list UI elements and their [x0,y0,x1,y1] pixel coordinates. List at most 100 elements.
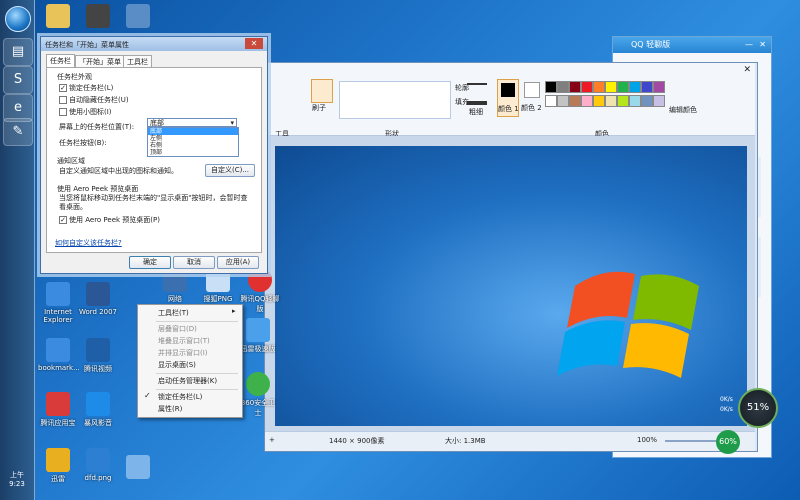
desktop-icon-video[interactable]: 腾讯视频 [78,338,118,374]
ok-button[interactable]: 确定 [129,256,171,269]
drawing-canvas[interactable] [275,146,747,426]
palette-swatch[interactable] [653,95,665,107]
dialog-title: 任务栏和「开始」菜单属性 [45,41,129,49]
position-select[interactable]: 底部 ▾ [147,118,237,127]
color1-button[interactable]: 颜色 1 [497,79,519,117]
desktop-icon-baofeng[interactable]: 暴风影音 [78,392,118,428]
small-icons-checkbox[interactable] [59,108,67,116]
desktop-icon-qq[interactable]: 腾讯QQ轻聊版 [240,268,280,314]
minimize-icon[interactable]: — [745,37,753,53]
desktop-icon-word[interactable]: Word 2007 [78,282,118,316]
desktop-icon-bookmark[interactable]: bookmark... [38,338,80,372]
menu-separator [156,373,238,374]
download-speed: 0K/s [720,406,733,413]
kugou-icon [86,448,110,472]
desktop-icon-media-top[interactable] [78,4,118,30]
memory-gauge[interactable]: 60% [716,430,740,454]
bird-icon [246,318,270,342]
clock[interactable]: 上午 9:23 [2,470,32,488]
position-option[interactable]: 左侧 [148,135,238,142]
palette-swatch[interactable] [581,81,593,93]
palette-swatch[interactable] [581,95,593,107]
menu-item-task-manager[interactable]: 启动任务管理器(K) [138,375,242,387]
help-link[interactable]: 如何自定义该任务栏? [55,238,122,248]
cancel-button[interactable]: 取消 [173,256,215,269]
palette-swatch[interactable] [569,95,581,107]
lock-taskbar-checkbox[interactable]: ✓ [59,84,67,92]
apply-button[interactable]: 应用(A) [217,256,259,269]
desktop-icon-dfdpng[interactable] [118,455,158,481]
palette-swatch[interactable] [641,95,653,107]
color2-button[interactable]: 颜色 2 [521,79,542,115]
start-button[interactable] [5,6,31,32]
position-option[interactable]: 顶部 [148,149,238,156]
palette-swatch[interactable] [605,95,617,107]
position-option[interactable]: 右侧 [148,142,238,149]
desktop-icon-network-top[interactable] [118,4,158,30]
brush-label: 刷子 [312,104,326,112]
palette-swatch[interactable] [629,81,641,93]
palette-swatch[interactable] [617,95,629,107]
palette-swatch[interactable] [557,95,569,107]
customize-button[interactable]: 自定义(C)... [205,164,255,177]
dialog-titlebar: 任务栏和「开始」菜单属性 ✕ [41,37,267,51]
tab-taskbar[interactable]: 任务栏 [46,54,75,68]
lock-taskbar-label: 锁定任务栏(L) [69,84,114,92]
close-icon[interactable]: ✕ [245,38,263,49]
palette-swatch[interactable] [593,81,605,93]
menu-item-lock-taskbar[interactable]: 锁定任务栏(L) [138,391,242,403]
palette-swatch[interactable] [593,95,605,107]
palette-swatch[interactable] [557,81,569,93]
menu-item-properties[interactable]: 属性(R) [138,403,242,415]
menu-item-side-by-side[interactable]: 并排显示窗口(I) [138,347,242,359]
desktop-icon-ie[interactable]: Internet Explorer [38,282,78,324]
desktop-icon-xunlei-fast[interactable]: 迅雷极速版 [238,318,278,354]
paint-ribbon: ✕ 刷子 工具 轮廓 填充 形状 粗细 颜色 1 颜色 2 编辑颜色 颜色 [265,63,755,138]
notify-text: 自定义通知区域中出现的图标和通知。 [59,167,178,175]
brush-tool[interactable] [311,79,333,103]
menu-item-toolbars[interactable]: 工具栏(T) [138,307,242,319]
browser-taskbar-button[interactable]: S [3,66,33,94]
palette-swatch[interactable] [617,81,629,93]
peek-label: 使用 Aero Peek 预览桌面(P) [69,216,160,224]
palette-swatch[interactable] [605,81,617,93]
tab-panel: 任务栏外观 ✓ 锁定任务栏(L) 自动隐藏任务栏(U) 使用小图标(I) 屏幕上… [46,67,262,253]
film-icon [86,4,110,28]
palette-swatch[interactable] [653,81,665,93]
size-icon[interactable] [467,83,487,105]
desktop-icon-dfd[interactable]: dfd.png [78,448,118,482]
video-icon [86,338,110,362]
status-bar: + 1440 × 900像素 大小: 1.3MB 100% [265,431,755,451]
shapes-gallery[interactable] [339,81,451,119]
cpu-gauge[interactable]: 51% [738,388,778,428]
taskbar-properties-dialog: 任务栏和「开始」菜单属性 ✕ 任务栏 「开始」菜单 工具栏 任务栏外观 ✓ 锁定… [40,36,268,274]
menu-item-cascade[interactable]: 层叠窗口(D) [138,323,242,335]
explorer-taskbar-button[interactable]: ▤ [3,38,33,66]
palette-swatch[interactable] [641,81,653,93]
edit-colors-button[interactable]: 编辑颜色 [669,105,697,115]
palette-swatch[interactable] [629,95,641,107]
word-icon [86,282,110,306]
sogou-icon: S [13,72,23,87]
close-icon[interactable]: ✕ [743,65,751,75]
desktop-icon-xunlei[interactable]: 迅雷 [38,448,78,484]
desktop-icon-360[interactable]: 360安全卫士 [238,372,278,418]
menu-separator [156,321,238,322]
auto-hide-checkbox[interactable] [59,96,67,104]
palette-swatch[interactable] [545,95,557,107]
notify-group-label: 通知区域 [57,157,85,165]
desktop-icon-folder-top[interactable] [38,4,78,30]
position-option[interactable]: 底部 [148,128,238,135]
paint-icon: ✎ [12,124,24,139]
add-icon[interactable]: + [269,436,275,444]
menu-item-stack[interactable]: 堆叠显示窗口(T) [138,335,242,347]
palette-swatch[interactable] [569,81,581,93]
peek-checkbox[interactable]: ✓ [59,216,67,224]
palette-swatch[interactable] [545,81,557,93]
menu-item-show-desktop[interactable]: 显示桌面(S) [138,359,242,371]
close-icon[interactable]: ✕ [759,37,766,53]
desktop-icon-appstore[interactable]: 腾讯应用宝 [38,392,78,428]
paint-taskbar-button[interactable]: ✎ [3,118,33,146]
chevron-right-icon: ▸ [232,307,236,315]
color2-swatch [524,82,540,98]
